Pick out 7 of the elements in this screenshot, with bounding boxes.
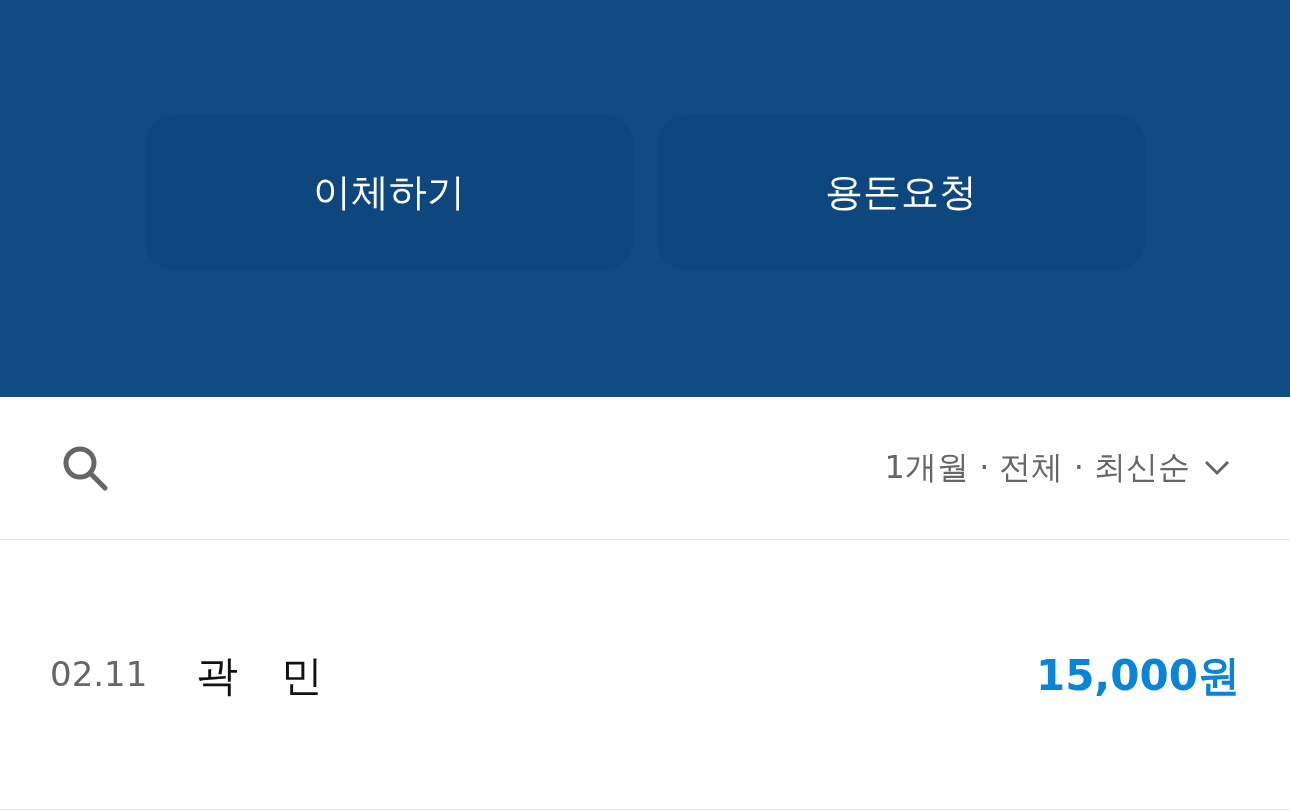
filter-dropdown[interactable]: 1개월 · 전체 · 최신순 [884, 446, 1230, 490]
action-button[interactable]: 용돈요청 [657, 115, 1145, 270]
transaction-amount: 15,000원 [1035, 650, 1240, 702]
chevron-down-icon [1204, 460, 1230, 476]
transaction-name: 곽 민 [196, 650, 325, 702]
transaction-date: 02.11 [50, 653, 149, 694]
action-button[interactable]: 이체하기 [145, 115, 633, 270]
